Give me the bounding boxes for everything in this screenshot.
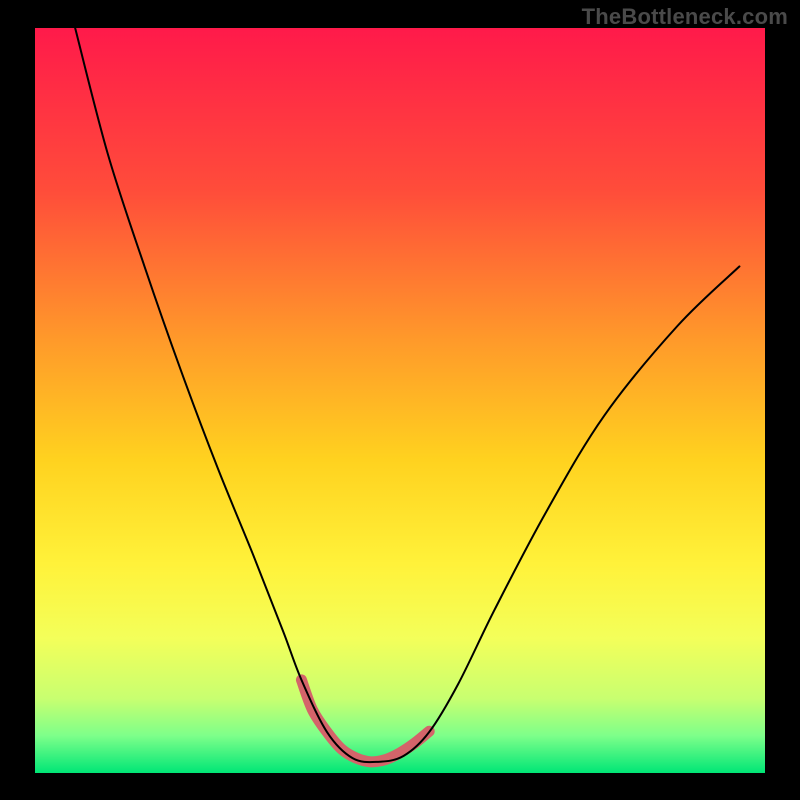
bottleneck-chart: [0, 0, 800, 800]
plot-background: [35, 28, 765, 773]
watermark-text: TheBottleneck.com: [582, 4, 788, 30]
chart-frame: TheBottleneck.com: [0, 0, 800, 800]
